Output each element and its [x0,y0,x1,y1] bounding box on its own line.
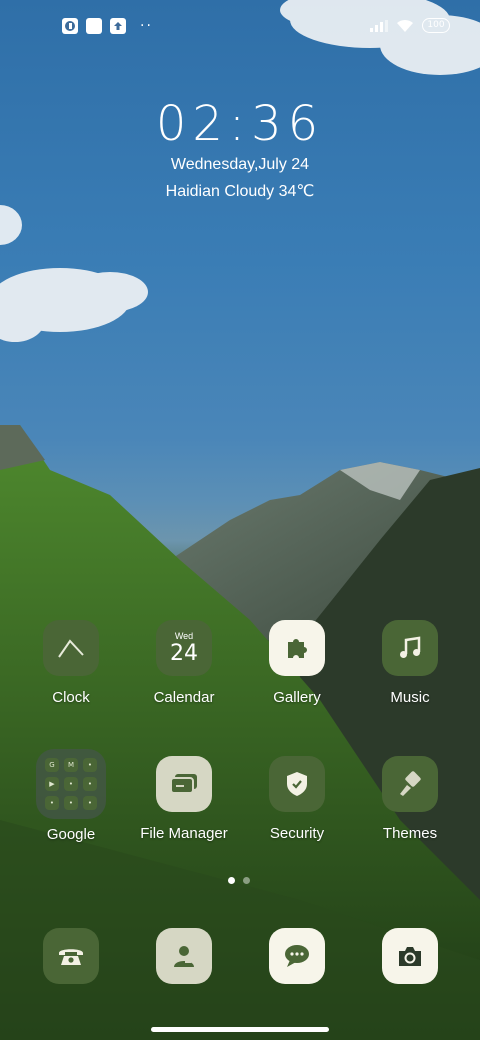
home-gesture-bar[interactable] [151,1027,329,1032]
folder-app-icon: • [64,777,78,791]
google-folder-icon[interactable]: G M • ▶ • • • • • [36,749,106,819]
calendar-date: 24 [170,641,198,666]
folder-card-icon[interactable] [156,756,212,812]
signal-icon [370,19,388,32]
phone-icon[interactable] [43,928,99,984]
folder-app-icon: ▶ [45,777,59,791]
app-label: Themes [382,825,438,842]
battery-indicator: 100 [422,18,450,33]
app-gallery[interactable]: Gallery [241,620,353,706]
dock-messages[interactable] [241,928,353,984]
app-label: File Manager [140,825,228,842]
app-label: Security [269,825,325,842]
app-security[interactable]: Security [241,756,353,842]
more-notifications-icon: ·· [140,18,153,34]
page-dot[interactable] [243,877,250,884]
calendar-day: Wed [174,631,194,641]
status-bar: ·· 100 [0,0,480,56]
app-notification-icon [62,18,78,34]
calendar-icon[interactable]: Wed 24 [156,620,212,676]
folder-app-icon: G [45,758,59,772]
status-right: 100 [370,18,450,33]
app-themes[interactable]: Themes [354,756,466,842]
app-google-folder[interactable]: G M • ▶ • • • • • Google [15,749,127,843]
contacts-icon[interactable] [156,928,212,984]
app-label: Google [46,826,96,843]
upload-notification-icon [110,18,126,34]
app-clock[interactable]: Clock [15,620,127,706]
lockscreen-date[interactable]: Wednesday,July 24 [0,156,480,174]
folder-app-icon: M [64,758,78,772]
puzzle-icon[interactable] [269,620,325,676]
folder-app-icon: • [64,796,78,810]
folder-app-icon: • [83,796,97,810]
folder-app-icon: • [83,777,97,791]
folder-app-icon: • [45,796,59,810]
lockscreen-clock[interactable]: 02:36 [0,96,480,152]
clock-icon[interactable] [43,620,99,676]
page-indicator[interactable] [228,877,250,884]
shield-icon[interactable] [269,756,325,812]
music-note-icon[interactable] [382,620,438,676]
folder-app-icon: • [83,758,97,772]
camera-icon[interactable] [382,928,438,984]
app-label: Calendar [153,689,215,706]
app-calendar[interactable]: Wed 24 Calendar [128,620,240,706]
paint-brush-icon[interactable] [382,756,438,812]
chat-bubble-icon[interactable] [269,928,325,984]
square-notification-icon [86,18,102,34]
dock-camera[interactable] [354,928,466,984]
dock-contacts[interactable] [128,928,240,984]
dock-phone[interactable] [15,928,127,984]
page-dot-active[interactable] [228,877,235,884]
wifi-icon [397,19,413,32]
status-left: ·· [62,18,153,34]
app-file-manager[interactable]: File Manager [128,756,240,842]
app-label: Music [390,689,430,706]
app-label: Clock [52,689,90,706]
app-label: Gallery [273,689,321,706]
weather-text[interactable]: Haidian Cloudy 34℃ [0,181,480,201]
app-music[interactable]: Music [354,620,466,706]
